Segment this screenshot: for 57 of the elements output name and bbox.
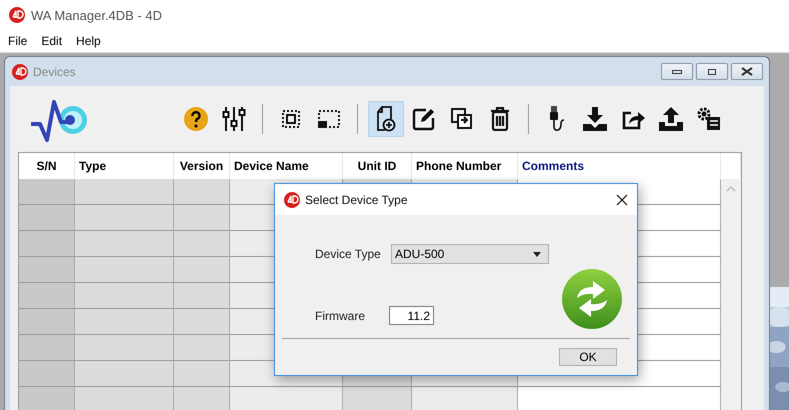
menu-item[interactable]: Edit: [41, 34, 62, 48]
table-cell: [174, 361, 230, 387]
close-button[interactable]: [731, 63, 763, 80]
table-cell: [174, 387, 230, 410]
device-type-dropdown[interactable]: ADU-500: [391, 244, 549, 264]
select-part-icon: [318, 110, 340, 128]
scrollbar[interactable]: [721, 179, 741, 410]
minimize-button[interactable]: [661, 63, 693, 80]
duplicate-icon: [451, 108, 473, 130]
download-icon: [583, 107, 607, 131]
table-cell: [174, 335, 230, 361]
dialog-title: Select Device Type: [305, 192, 408, 206]
close-icon: [741, 67, 753, 76]
table-cell: [19, 231, 75, 257]
table-cell: [19, 335, 75, 361]
restore-icon: [707, 68, 717, 76]
select-all-icon: [282, 110, 300, 128]
table-cell: [174, 231, 230, 257]
upload-icon: [659, 107, 683, 131]
table-cell: [174, 283, 230, 309]
trash-icon: [490, 107, 510, 131]
table-cell: [19, 387, 75, 410]
new-tool[interactable]: [368, 101, 404, 137]
menu-item[interactable]: File: [8, 34, 28, 48]
new-document-icon: [376, 106, 396, 132]
close-icon[interactable]: [616, 194, 628, 206]
app-logo-icon: [9, 7, 25, 23]
table-cell: [343, 387, 412, 410]
table-cell: [19, 179, 75, 205]
help-icon: [184, 107, 208, 131]
table-cell: [19, 361, 75, 387]
field-label: Firmware: [315, 308, 366, 322]
dropdown-arrow-icon: [533, 252, 541, 256]
edit-icon: [412, 107, 436, 131]
usb-cable-icon: [549, 106, 565, 132]
table-cell: [174, 179, 230, 205]
menu-item[interactable]: Help: [76, 34, 101, 48]
field-label: Device Type: [315, 247, 381, 261]
table-cell: [174, 257, 230, 283]
ok-button[interactable]: OK: [559, 348, 617, 366]
table-cell: [19, 205, 75, 231]
app-logo-icon: [284, 192, 300, 208]
table-cell: [174, 205, 230, 231]
table-cell: [19, 309, 75, 335]
refresh-icon: [561, 268, 623, 330]
window-title: Devices: [33, 64, 76, 78]
table-cell: [19, 283, 75, 309]
window-title: WA Manager.4DB - 4D: [31, 8, 162, 22]
table-cell: [174, 309, 230, 335]
restore-button[interactable]: [696, 63, 728, 80]
minimize-icon: [672, 68, 682, 74]
table-cell: [19, 257, 75, 283]
gear-list-icon: [697, 107, 721, 131]
pulse-logo-icon: [31, 98, 89, 144]
app-logo-icon: [12, 64, 28, 80]
firmware-field[interactable]: 11.2: [389, 306, 434, 325]
sliders-icon: [222, 106, 246, 132]
